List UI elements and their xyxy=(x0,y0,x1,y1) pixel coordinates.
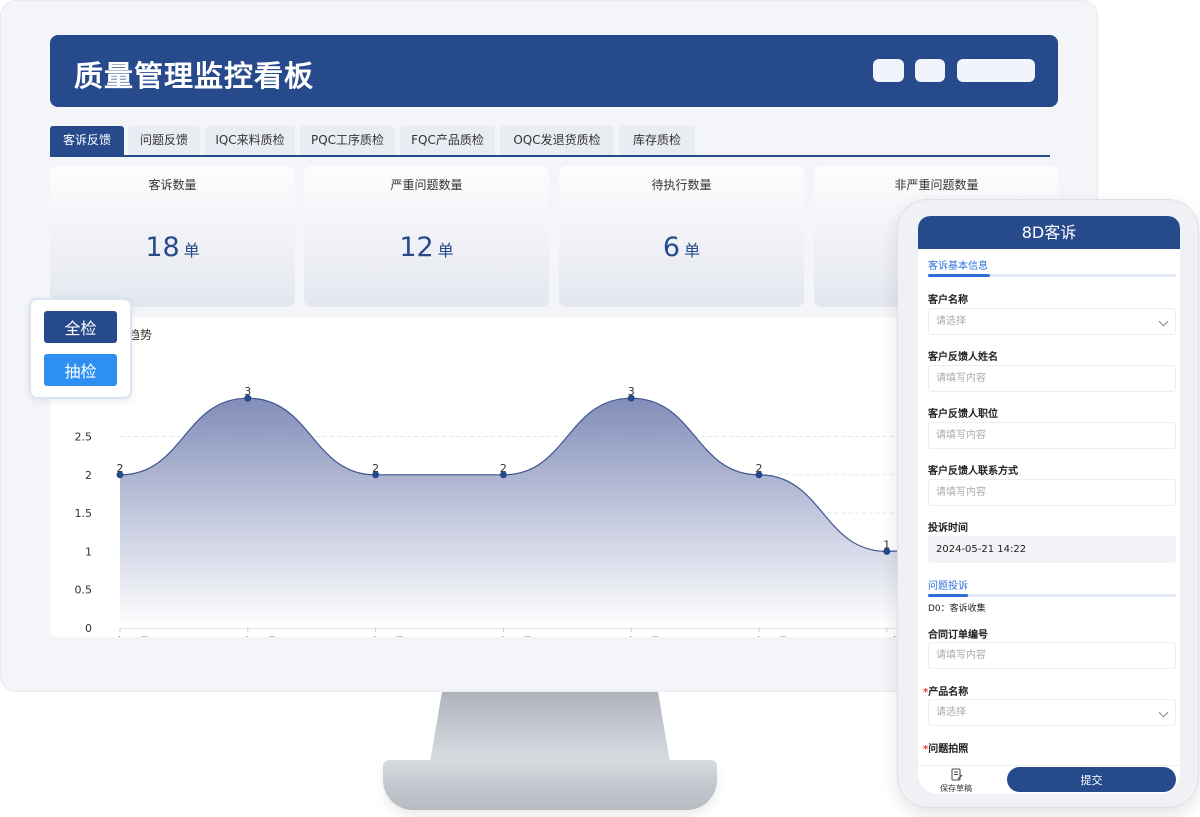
feedback-position-placeholder: 请填写内容 xyxy=(936,430,986,441)
inspection-mode-box: 全检 抽检 xyxy=(29,298,132,399)
y-tick-label: 0 xyxy=(85,622,92,635)
stat-label: 严重问题数量 xyxy=(390,178,463,192)
product-name-select[interactable]: 请选择 xyxy=(928,699,1176,726)
tab-customer-complaint[interactable]: 客诉反馈 xyxy=(50,126,124,155)
feedback-contact-label: 客户反馈人联系方式 xyxy=(928,466,1018,477)
section-divider xyxy=(928,594,1176,597)
complaint-time-input[interactable]: 2024-05-21 14:22 xyxy=(928,536,1176,563)
monitor-stand-neck xyxy=(430,692,670,762)
draft-icon[interactable] xyxy=(951,768,963,781)
stat-card-complaints: 客诉数量 18 单 xyxy=(50,166,295,307)
feedback-position-input[interactable]: 请填写内容 xyxy=(928,422,1176,449)
product-name-label-text: 产品名称 xyxy=(928,687,969,698)
stat-card-serious-issues: 严重问题数量 12 单 xyxy=(304,166,549,307)
problem-photo-label: *问题拍照 xyxy=(923,740,968,755)
feedback-contact-input[interactable]: 请填写内容 xyxy=(928,479,1176,506)
stat-card-pending: 待执行数量 6单 xyxy=(559,166,804,307)
x-tick-label: 2024年03月 xyxy=(219,635,277,637)
data-label: 2 xyxy=(756,462,763,475)
tab-pqc[interactable]: PQC工序质检 xyxy=(300,126,395,155)
complaint-time-value: 2024-05-21 14:22 xyxy=(936,544,1027,555)
tab-issue-feedback[interactable]: 问题反馈 xyxy=(128,126,200,155)
y-tick-label: 0.5 xyxy=(75,584,93,597)
x-tick-label: 2024年05月 xyxy=(474,635,532,637)
stat-label: 待执行数量 xyxy=(651,178,712,192)
area-fill xyxy=(120,398,900,628)
y-tick-label: 2.5 xyxy=(75,431,93,444)
data-label: 2 xyxy=(117,462,124,475)
customer-name-placeholder: 请选择 xyxy=(936,316,966,327)
y-tick-label: 2 xyxy=(85,469,92,482)
chevron-down-icon xyxy=(1158,316,1169,327)
y-tick-label: 1 xyxy=(85,545,92,558)
save-draft-button[interactable]: 保存草稿 xyxy=(940,783,972,794)
problem-photo-label-text: 问题拍照 xyxy=(928,744,969,755)
product-name-placeholder: 请选择 xyxy=(936,707,966,718)
stat-unit: 单 xyxy=(684,241,701,260)
stat-unit: 单 xyxy=(437,241,454,260)
trend-chart-panel: 趋势 00.511.522.522024年01月32024年03月22024年0… xyxy=(50,317,900,637)
contract-no-input[interactable]: 请填写内容 xyxy=(928,642,1176,669)
feedback-contact-placeholder: 请填写内容 xyxy=(936,487,986,498)
feedback-position-label: 客户反馈人职位 xyxy=(928,409,998,420)
data-label: 1 xyxy=(883,538,890,551)
submit-button[interactable]: 提交 xyxy=(1007,767,1176,792)
feedback-name-label: 客户反馈人姓名 xyxy=(928,352,998,363)
contract-no-placeholder: 请填写内容 xyxy=(936,650,986,661)
stat-value: 6 xyxy=(662,232,681,263)
tab-bar: 客诉反馈 问题反馈 IQC来料质检 PQC工序质检 FQC产品质检 OQC发退货… xyxy=(50,126,1050,157)
stat-value: 12 xyxy=(399,232,434,263)
dashboard-header: 质量管理监控看板 xyxy=(50,35,1058,107)
y-tick-label: 1.5 xyxy=(75,507,93,520)
stat-label: 非严重问题数量 xyxy=(894,178,979,192)
phone-device: 8D客诉 客诉基本信息 客户名称 请选择 客户反馈人姓名 请填写内容 客户反馈人… xyxy=(898,200,1198,807)
stat-unit: 单 xyxy=(183,241,200,260)
monitor-stand-base xyxy=(383,760,717,810)
x-tick-label: 2024年01月 xyxy=(91,635,149,637)
contract-no-label: 合同订单编号 xyxy=(928,630,988,641)
x-tick-label: 2024年0 xyxy=(866,635,900,637)
tab-iqc[interactable]: IQC来料质检 xyxy=(205,126,295,155)
header-button-1[interactable] xyxy=(873,59,904,82)
stat-value: 18 xyxy=(145,232,180,263)
stat-label: 客诉数量 xyxy=(148,178,197,192)
chevron-down-icon xyxy=(1158,707,1169,718)
section-title-basic-info: 客诉基本信息 xyxy=(928,261,988,272)
feedback-name-placeholder: 请填写内容 xyxy=(936,373,986,384)
x-tick-label: 2024年07月 xyxy=(730,635,788,637)
full-inspection-button[interactable]: 全检 xyxy=(44,311,117,343)
header-button-3[interactable] xyxy=(957,59,1035,82)
x-tick-label: 2024年06月 xyxy=(602,635,660,637)
data-label: 2 xyxy=(500,462,507,475)
customer-name-label: 客户名称 xyxy=(928,295,968,306)
data-label: 2 xyxy=(372,462,379,475)
header-button-2[interactable] xyxy=(915,59,945,82)
section-title-issue-complaint: 问题投诉 xyxy=(928,581,968,592)
tab-fqc[interactable]: FQC产品质检 xyxy=(400,126,495,155)
data-label: 3 xyxy=(244,385,251,398)
sample-inspection-button[interactable]: 抽检 xyxy=(44,354,117,386)
phone-screen: 8D客诉 客诉基本信息 客户名称 请选择 客户反馈人姓名 请填写内容 客户反馈人… xyxy=(918,216,1180,794)
feedback-name-input[interactable]: 请填写内容 xyxy=(928,365,1176,392)
phone-header-title: 8D客诉 xyxy=(918,216,1180,249)
section-divider xyxy=(928,274,1176,277)
tab-oqc[interactable]: OQC发退货质检 xyxy=(500,126,614,155)
trend-chart: 0 0.5 1 1.5 2 2.5 2 2024年01月 3 2024年03月 2 2024年04月 2… xyxy=(75,385,900,637)
x-tick-label: 2024年04月 xyxy=(347,635,405,637)
d0-step-text: D0：客诉收集 xyxy=(928,604,986,614)
phone-footer: 保存草稿 提交 xyxy=(918,765,1180,794)
customer-name-select[interactable]: 请选择 xyxy=(928,308,1176,335)
page-title: 质量管理监控看板 xyxy=(74,59,315,93)
complaint-time-label: 投诉时间 xyxy=(928,523,968,534)
data-label: 3 xyxy=(628,385,635,398)
product-name-label: *产品名称 xyxy=(923,683,968,698)
tab-inventory-inspection[interactable]: 库存质检 xyxy=(619,126,695,155)
